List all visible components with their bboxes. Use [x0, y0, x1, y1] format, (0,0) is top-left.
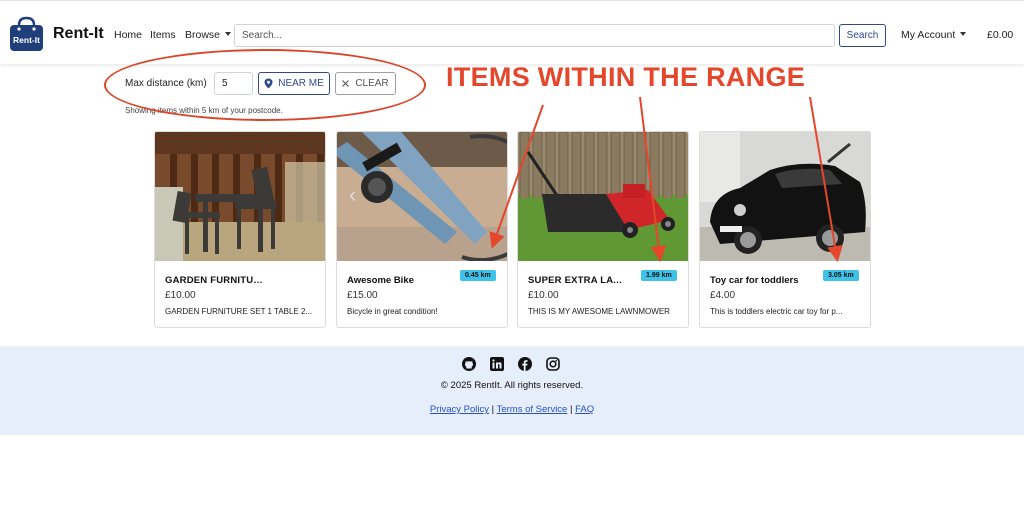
annotation-ellipse [104, 49, 426, 121]
brand-name: Rent-It [53, 24, 104, 42]
item-card[interactable]: SUPER EXTRA LAWN ... 1.99 km £10.00 THIS… [517, 131, 689, 328]
navbar: Rent-It Rent-It Home Items Browse Search… [0, 0, 1024, 64]
item-title: Awesome Bike [347, 275, 414, 286]
item-description: Bicycle in great condition! [347, 307, 438, 316]
item-title: Toy car for toddlers [710, 275, 799, 286]
item-price: £10.00 [165, 290, 196, 301]
svg-text:Rent-It: Rent-It [13, 35, 40, 45]
item-card[interactable]: Toy car for toddlers 3.05 km £4.00 This … [699, 131, 871, 328]
faq-link[interactable]: FAQ [575, 404, 594, 415]
facebook-icon[interactable] [518, 357, 532, 371]
annotation-text: ITEMS WITHIN THE RANGE [446, 62, 806, 92]
item-description: This is toddlers electric car toy for p.… [710, 307, 843, 316]
github-icon[interactable] [462, 357, 476, 371]
account-dropdown[interactable]: My Account [901, 29, 967, 41]
separator: | [569, 404, 573, 415]
linkedin-icon[interactable] [490, 357, 504, 371]
distance-badge: 3.05 km [823, 270, 859, 281]
privacy-policy-link[interactable]: Privacy Policy [430, 404, 489, 415]
item-image [518, 132, 688, 261]
item-image [700, 132, 870, 261]
item-image [155, 132, 325, 261]
chevron-down-icon [225, 32, 232, 36]
cart-total[interactable]: £0.00 [987, 29, 1013, 41]
distance-badge: 0.45 km [460, 270, 496, 281]
nav-browse-label: Browse [185, 29, 221, 41]
footer-links: Privacy Policy | Terms of Service | FAQ [0, 404, 1024, 415]
nav-browse-dropdown[interactable]: Browse [185, 29, 232, 41]
distance-badge: 1.99 km [641, 270, 677, 281]
item-price: £10.00 [528, 290, 559, 301]
logo: Rent-It [8, 15, 45, 52]
nav-home[interactable]: Home [114, 29, 142, 41]
item-title: GARDEN FURNITURE SET [165, 275, 265, 286]
copyright: © 2025 RentIt. All rights reserved. [440, 380, 584, 391]
social-links [462, 357, 560, 371]
item-description: GARDEN FURNITURE SET 1 TABLE 2... [165, 307, 313, 316]
item-price: £4.00 [710, 290, 736, 301]
search-input[interactable] [234, 24, 835, 47]
brand[interactable]: Rent-It Rent-It [8, 15, 104, 52]
item-image: ‹ [337, 132, 507, 261]
search-button[interactable]: Search [839, 24, 886, 47]
item-price: £15.00 [347, 290, 378, 301]
item-description: THIS IS MY AWESOME LAWNMOWER [528, 307, 670, 316]
terms-of-service-link[interactable]: Terms of Service [497, 404, 568, 415]
item-card[interactable]: ‹ Awesome Bike 0.45 km £15.00 Bicycle in… [336, 131, 508, 328]
account-label: My Account [901, 29, 956, 41]
footer: © 2025 RentIt. All rights reserved. Priv… [0, 346, 1024, 435]
chevron-down-icon [960, 32, 967, 36]
item-card[interactable]: GARDEN FURNITURE SET £10.00 GARDEN FURNI… [154, 131, 326, 328]
nav-items[interactable]: Items [150, 29, 176, 41]
separator: | [491, 404, 495, 415]
instagram-icon[interactable] [546, 357, 560, 371]
svg-text:‹: ‹ [349, 182, 356, 207]
item-title: SUPER EXTRA LAWN ... [528, 275, 628, 286]
